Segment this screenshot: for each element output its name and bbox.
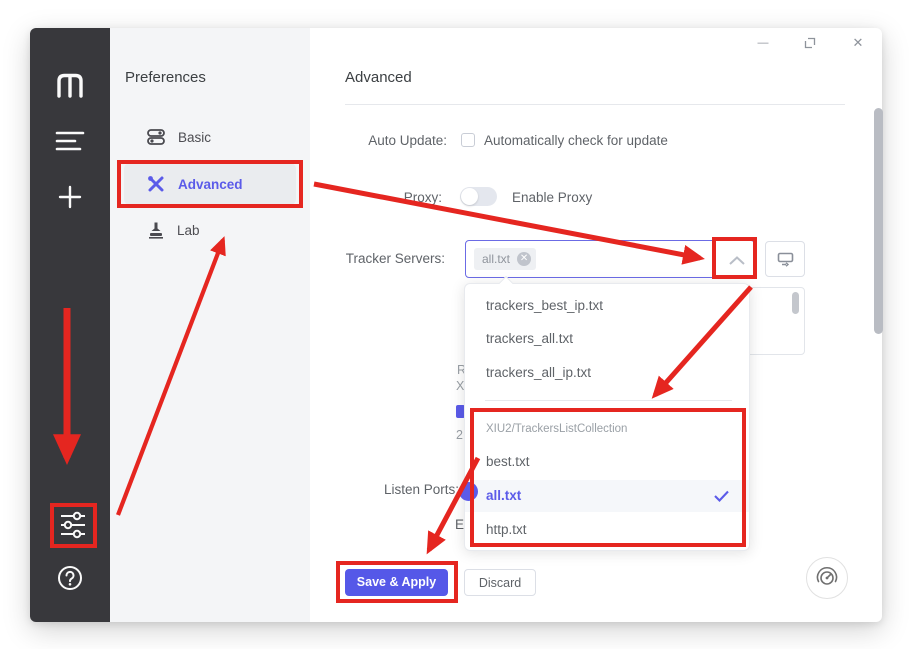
close-icon: ✕: [852, 35, 864, 50]
sidebar-item-basic[interactable]: Basic: [147, 128, 211, 146]
auto-update-option-label[interactable]: Automatically check for update: [484, 133, 668, 148]
dropdown-option[interactable]: trackers_best_ip.txt: [465, 290, 749, 322]
window-scrollbar[interactable]: [874, 108, 883, 334]
motrix-logo-icon: [57, 73, 83, 98]
sync-tracker-button[interactable]: [765, 241, 805, 277]
speedometer-icon: [816, 566, 838, 585]
tag-close-icon[interactable]: ✕: [517, 252, 532, 266]
speed-limit-button[interactable]: [806, 557, 848, 599]
sidebar-item-label: Basic: [178, 129, 212, 145]
toggle-knob: [461, 188, 478, 205]
selected-tracker-tag: all.txt ✕: [474, 248, 537, 270]
dropdown-option[interactable]: trackers_all_ip.txt: [465, 357, 749, 389]
annotation-box-save-button: [336, 561, 458, 603]
screenshot-canvas: — ✕ Preferences Basic Advanced Lab Advan…: [0, 0, 913, 649]
sidebar-item-lab[interactable]: Lab: [148, 221, 200, 239]
tracker-servers-label: Tracker Servers:: [345, 251, 445, 266]
listen-ports-label: Listen Ports:: [383, 482, 459, 497]
proxy-toggle[interactable]: [460, 187, 497, 206]
task-list-icon[interactable]: [55, 129, 85, 153]
auto-update-label: Auto Update:: [368, 133, 447, 148]
proxy-label: Proxy:: [403, 190, 442, 205]
page-title: Advanced: [345, 69, 412, 86]
maximize-icon: [804, 37, 816, 49]
hidden-text-fragment: 2: [456, 428, 463, 442]
dropdown-divider: [485, 400, 732, 401]
preferences-title: Preferences: [125, 69, 206, 86]
tag-label: all.txt: [482, 252, 511, 266]
close-button[interactable]: ✕: [845, 32, 871, 54]
sync-icon: [777, 252, 793, 267]
maximize-button[interactable]: [797, 32, 823, 54]
preferences-panel: [110, 28, 310, 622]
annotation-box-advanced-item: [117, 160, 303, 208]
sidebar-item-label: Lab: [177, 222, 200, 238]
hidden-text-fragment: E: [455, 517, 465, 532]
annotation-box-dropdown-group: [470, 408, 746, 547]
lab-stamp-icon: [149, 222, 163, 239]
auto-update-checkbox[interactable]: [461, 133, 475, 147]
title-divider: [345, 104, 845, 105]
annotation-box-chevron: [712, 237, 757, 279]
enable-proxy-label: Enable Proxy: [512, 190, 593, 205]
dropdown-option[interactable]: trackers_all.txt: [465, 323, 749, 355]
add-task-icon[interactable]: [58, 185, 82, 209]
annotation-box-settings-icon: [50, 503, 97, 548]
basic-toggles-icon: [147, 129, 165, 145]
help-icon[interactable]: [57, 565, 83, 591]
minimize-button[interactable]: —: [750, 32, 776, 54]
textarea-scrollbar[interactable]: [792, 292, 799, 314]
minimize-icon: —: [757, 37, 769, 49]
discard-button[interactable]: Discard: [464, 569, 536, 596]
